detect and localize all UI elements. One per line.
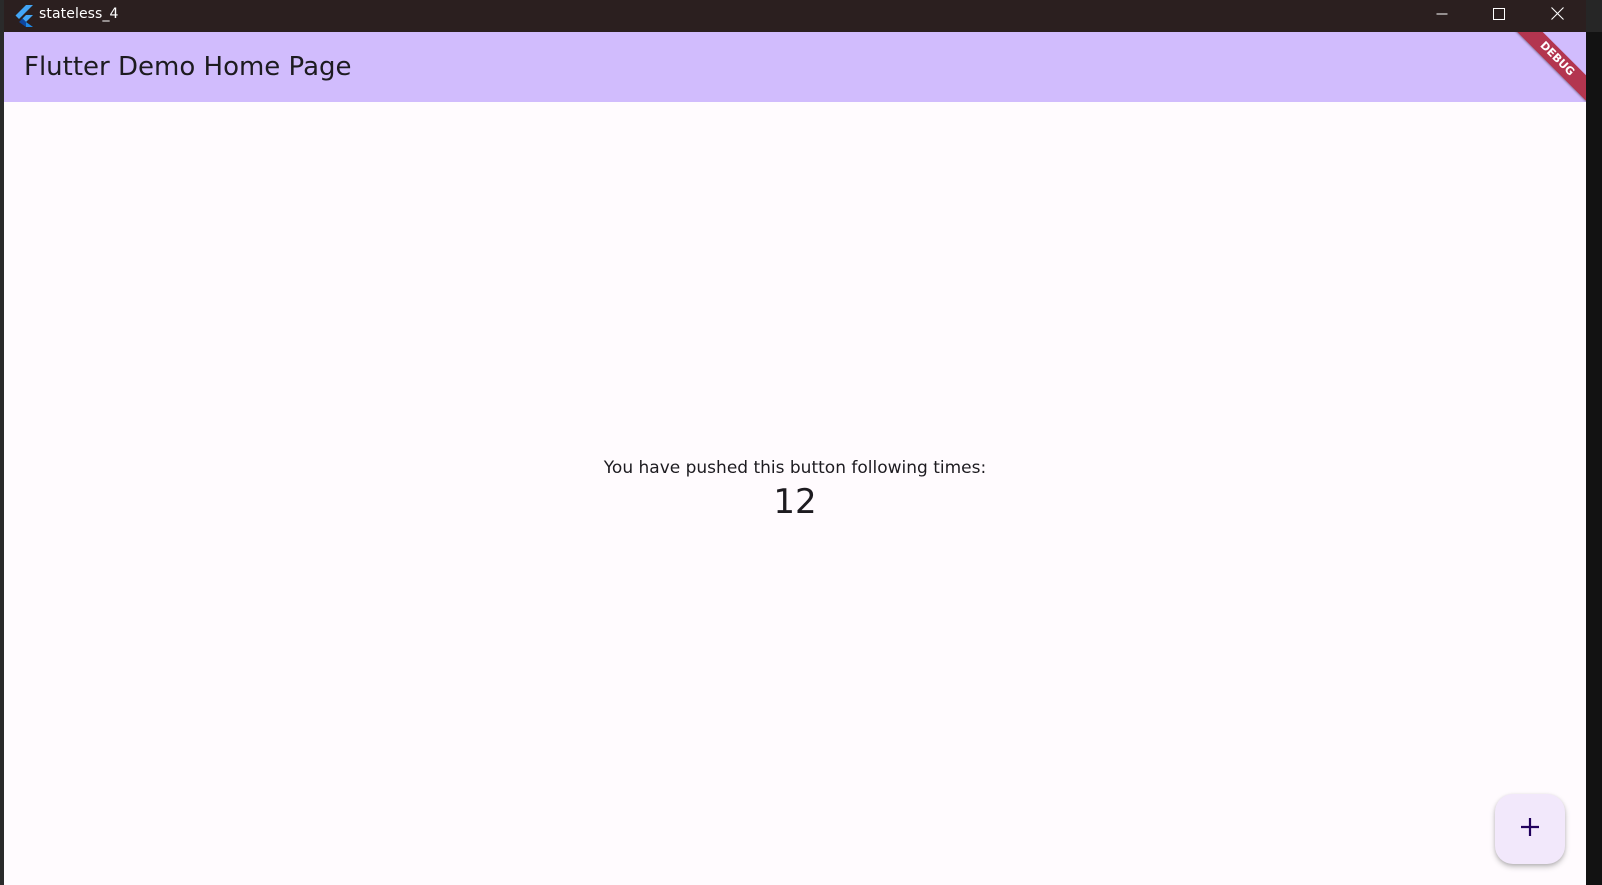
debug-banner: DEBUG — [1506, 32, 1586, 112]
background-window-strip — [1586, 32, 1602, 885]
counter-label: You have pushed this button following ti… — [603, 458, 987, 478]
app-bar: Flutter Demo Home Page — [4, 32, 1586, 102]
minimize-button[interactable] — [1413, 0, 1471, 32]
counter-value: 12 — [773, 482, 817, 522]
debug-banner-label: DEBUG — [1511, 32, 1586, 105]
page-body: You have pushed this button following ti… — [4, 102, 1586, 885]
window-titlebar[interactable]: stateless_4 — [4, 0, 1586, 32]
counter-section: You have pushed this button following ti… — [4, 458, 1586, 522]
flutter-logo-icon — [14, 5, 34, 27]
close-icon — [1550, 7, 1564, 25]
maximize-icon — [1493, 7, 1505, 25]
app-window: stateless_4 Flutter Demo Home Page DEBUG… — [4, 0, 1586, 885]
page-title: Flutter Demo Home Page — [24, 52, 352, 82]
background-window-top — [1586, 0, 1602, 32]
increment-button[interactable] — [1495, 794, 1565, 864]
plus-icon — [1519, 816, 1541, 843]
screen: stateless_4 Flutter Demo Home Page DEBUG… — [0, 0, 1602, 885]
maximize-button[interactable] — [1470, 0, 1528, 32]
window-title: stateless_4 — [39, 6, 119, 22]
close-button[interactable] — [1528, 0, 1586, 32]
minimize-icon — [1436, 7, 1448, 25]
